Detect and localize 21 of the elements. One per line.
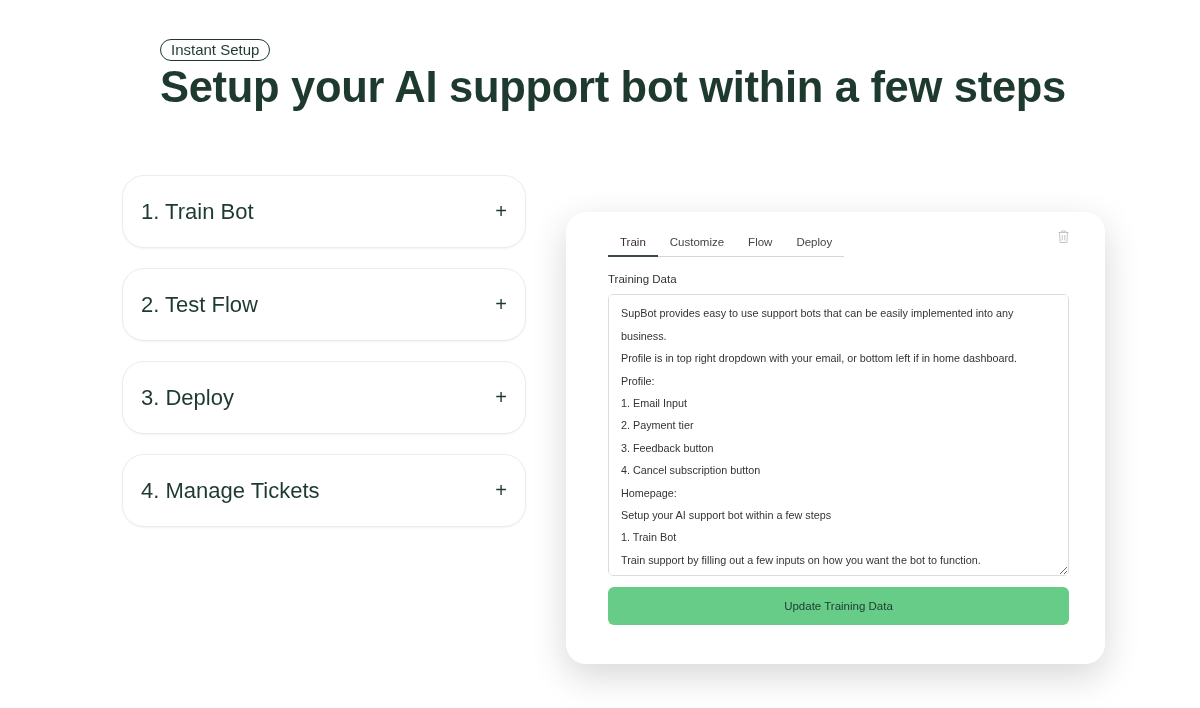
section-title: Setup your AI support bot within a few steps bbox=[160, 64, 1067, 112]
tab[interactable]: Customize bbox=[657, 229, 737, 258]
expand-toggle[interactable]: + bbox=[495, 387, 507, 408]
tab[interactable]: Deploy bbox=[784, 229, 845, 258]
tab[interactable]: Train bbox=[608, 229, 658, 258]
tab[interactable]: Flow bbox=[736, 229, 785, 258]
expand-toggle[interactable]: + bbox=[495, 294, 507, 315]
step-title: 1. Train Bot bbox=[141, 197, 254, 226]
accordion-item[interactable]: 1. Train Bot + bbox=[122, 174, 526, 248]
accordion-item[interactable]: 2. Test Flow + bbox=[122, 267, 526, 341]
field-label: Training Data bbox=[608, 272, 678, 288]
expand-toggle[interactable]: + bbox=[495, 201, 507, 222]
step-title: 2. Test Flow bbox=[141, 290, 258, 319]
step-title: 4. Manage Tickets bbox=[141, 476, 320, 505]
expand-toggle[interactable]: + bbox=[495, 480, 507, 501]
trash-icon[interactable] bbox=[1058, 229, 1069, 243]
step-title: 3. Deploy bbox=[141, 383, 234, 412]
training-data-field[interactable]: SupBot provides easy to use support bots that can be easily implemented into any business. Profile is in top right dropdown with your email, or bottom left if in home dashboard. Profile: 1. Email Input 2. Payment tier 3. Feedback button 4. Cancel subscription button Homepage: Setup your AI support bot within a few steps 1. Train Bot Train support by filling out a few inputs on how you want the bot to function. bbox=[608, 294, 1069, 577]
accordion-item[interactable]: 3. Deploy + bbox=[122, 360, 526, 434]
update-training-data-button[interactable]: Update Training Data bbox=[608, 587, 1069, 626]
accordion-item[interactable]: 4. Manage Tickets + bbox=[122, 453, 526, 527]
